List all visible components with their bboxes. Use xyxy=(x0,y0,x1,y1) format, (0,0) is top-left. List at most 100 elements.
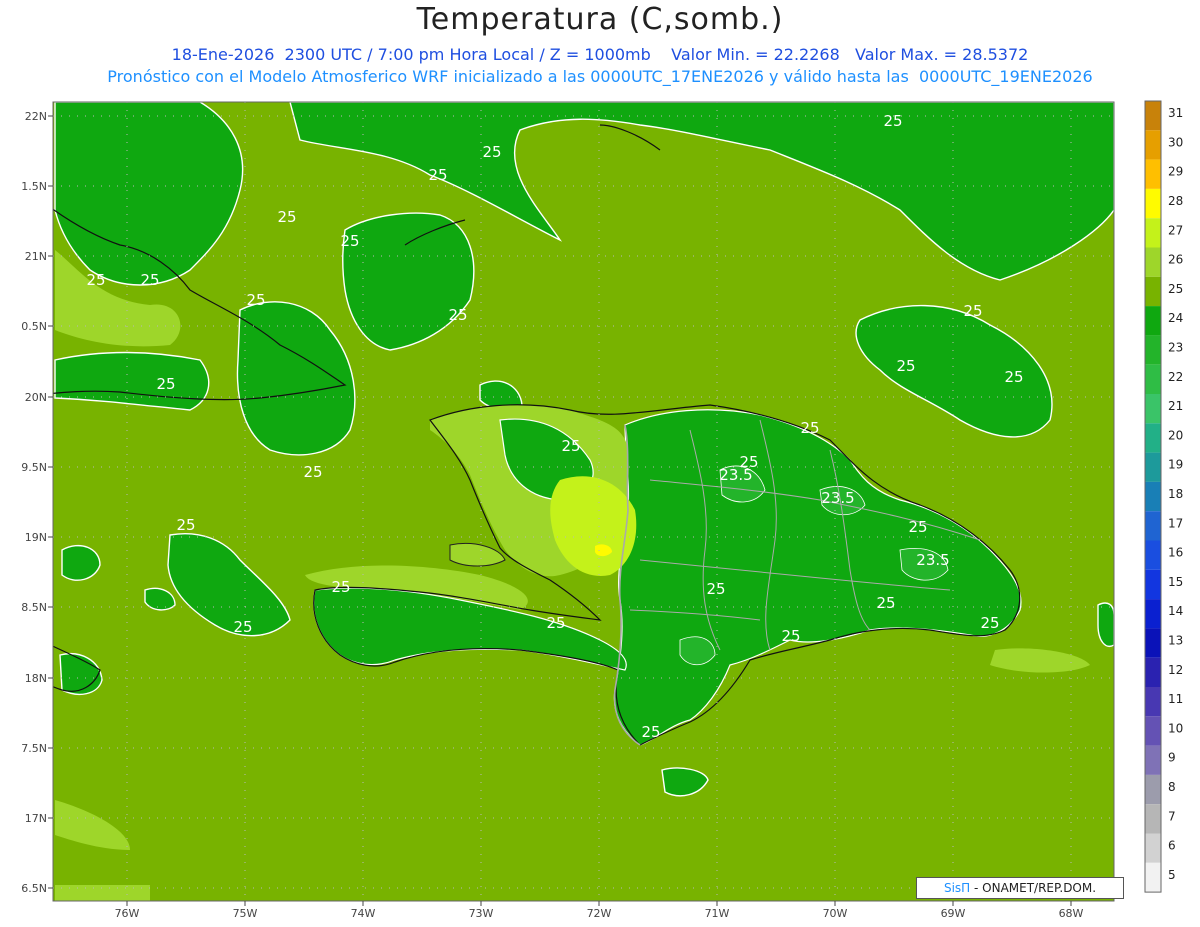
contour-label: 25 xyxy=(176,516,195,534)
colorbar-swatch xyxy=(1145,540,1161,570)
contour-label: 25 xyxy=(546,614,565,632)
contour-label: 25 xyxy=(140,271,159,289)
colorbar-label: 13 xyxy=(1168,634,1183,648)
cool-area-pr-west xyxy=(1097,602,1114,647)
contour-label: 23.5 xyxy=(916,551,949,569)
colorbar-swatch xyxy=(1145,247,1161,277)
colorbar-swatch xyxy=(1145,833,1161,863)
longitude-label: 75W xyxy=(233,907,258,920)
latitude-label: 19N xyxy=(25,531,47,544)
latitude-label: 8.5N xyxy=(21,601,47,614)
latitude-label: 1.5N xyxy=(21,180,47,193)
colorbar-label: 14 xyxy=(1168,604,1183,618)
colorbar-swatch xyxy=(1145,452,1161,482)
contour-label: 25 xyxy=(428,166,447,184)
colorbar-label: 22 xyxy=(1168,370,1183,384)
colorbar-swatch xyxy=(1145,159,1161,189)
colorbar-swatch xyxy=(1145,716,1161,746)
latitude-label: 7.5N xyxy=(21,742,47,755)
colorbar-swatch xyxy=(1145,628,1161,658)
colorbar: 31 30 29 28 27 26 25 24 23 22 21 20 19 18 17 16 15 14 13 12… xyxy=(1144,100,1183,893)
colorbar-swatch xyxy=(1145,862,1161,893)
colorbar-swatch xyxy=(1145,130,1161,160)
contour-label: 25 xyxy=(876,594,895,612)
contour-label: 25 xyxy=(233,618,252,636)
colorbar-swatch xyxy=(1145,657,1161,687)
longitude-label: 72W xyxy=(587,907,612,920)
colorbar-label: 31 xyxy=(1168,106,1183,120)
contour-label: 25 xyxy=(706,580,725,598)
colorbar-swatch xyxy=(1145,101,1161,131)
latitude-label: 9.5N xyxy=(21,461,47,474)
contour-label: 25 xyxy=(963,302,982,320)
colorbar-label: 23 xyxy=(1168,341,1183,355)
contour-label: 25 xyxy=(331,578,350,596)
colorbar-label: 26 xyxy=(1168,253,1183,267)
contour-label: 25 xyxy=(340,232,359,250)
colorbar-swatch xyxy=(1145,599,1161,629)
contour-label: 25 xyxy=(908,518,927,536)
latitude-label: 17N xyxy=(25,812,47,825)
credit-org: - ONAMET/REP.DOM. xyxy=(970,881,1097,895)
contour-label: 23.5 xyxy=(821,489,854,507)
contour-label: 25 xyxy=(883,112,902,130)
latitude-labels: 22N 1.5N 21N 0.5N 20N 9.5N 19N 8.5N 18N … xyxy=(21,110,53,895)
contour-label: 25 xyxy=(641,723,660,741)
contour-label: 25 xyxy=(739,453,758,471)
colorbar-swatch xyxy=(1145,569,1161,600)
colorbar-label: 15 xyxy=(1168,575,1183,589)
colorbar-label: 9 xyxy=(1168,751,1176,765)
colorbar-swatch xyxy=(1145,218,1161,248)
contour-label: 25 xyxy=(448,306,467,324)
colorbar-label: 20 xyxy=(1168,428,1183,442)
colorbar-label: 10 xyxy=(1168,721,1183,735)
colorbar-swatch xyxy=(1145,276,1161,307)
colorbar-swatch xyxy=(1145,687,1161,717)
colorbar-label: 16 xyxy=(1168,546,1183,560)
credit-brand: SisΠ xyxy=(943,881,971,895)
contour-label: 25 xyxy=(800,419,819,437)
colorbar-swatch xyxy=(1145,511,1161,541)
latitude-label: 18N xyxy=(25,672,47,685)
latitude-label: 0.5N xyxy=(21,320,47,333)
colorbar-swatch xyxy=(1145,423,1161,453)
colorbar-label: 12 xyxy=(1168,663,1183,677)
contour-label: 25 xyxy=(896,357,915,375)
contour-label: 25 xyxy=(980,614,999,632)
colorbar-label: 28 xyxy=(1168,194,1183,208)
longitude-label: 71W xyxy=(705,907,730,920)
longitude-label: 68W xyxy=(1059,907,1084,920)
temperature-map: 25 25 25 25 25 25 25 25 25 25 25 25 25 25 25 25 23.5 23.5… xyxy=(21,100,1183,920)
colorbar-swatch xyxy=(1145,364,1161,394)
colorbar-swatch xyxy=(1145,335,1161,365)
colorbar-swatch xyxy=(1145,394,1161,424)
colorbar-swatch xyxy=(1145,745,1161,775)
latitude-label: 6.5N xyxy=(21,882,47,895)
colorbar-label: 21 xyxy=(1168,399,1183,413)
contour-label: 25 xyxy=(86,271,105,289)
colorbar-label: 11 xyxy=(1168,692,1183,706)
colorbar-label: 25 xyxy=(1168,282,1183,296)
colorbar-label: 27 xyxy=(1168,223,1183,237)
contour-label: 25 xyxy=(277,208,296,226)
contour-label: 25 xyxy=(1004,368,1023,386)
contour-label: 25 xyxy=(156,375,175,393)
longitude-label: 69W xyxy=(941,907,966,920)
colorbar-label: 18 xyxy=(1168,487,1183,501)
contour-label: 25 xyxy=(482,143,501,161)
contour-label: 25 xyxy=(303,463,322,481)
colorbar-label: 7 xyxy=(1168,809,1176,823)
colorbar-label: 24 xyxy=(1168,311,1183,325)
longitude-labels: 76W 75W 74W 73W 72W 71W 70W 69W 68W xyxy=(115,901,1084,920)
colorbar-label: 8 xyxy=(1168,780,1176,794)
colorbar-swatch xyxy=(1145,804,1161,834)
colorbar-swatch xyxy=(1145,188,1161,219)
colorbar-swatch xyxy=(1145,306,1161,336)
longitude-label: 70W xyxy=(823,907,848,920)
contour-label: 25 xyxy=(246,291,265,309)
longitude-label: 76W xyxy=(115,907,140,920)
contour-label: 25 xyxy=(561,437,580,455)
colorbar-label: 30 xyxy=(1168,135,1183,149)
colorbar-label: 29 xyxy=(1168,165,1183,179)
warm-patch-sw-corner xyxy=(55,885,150,901)
